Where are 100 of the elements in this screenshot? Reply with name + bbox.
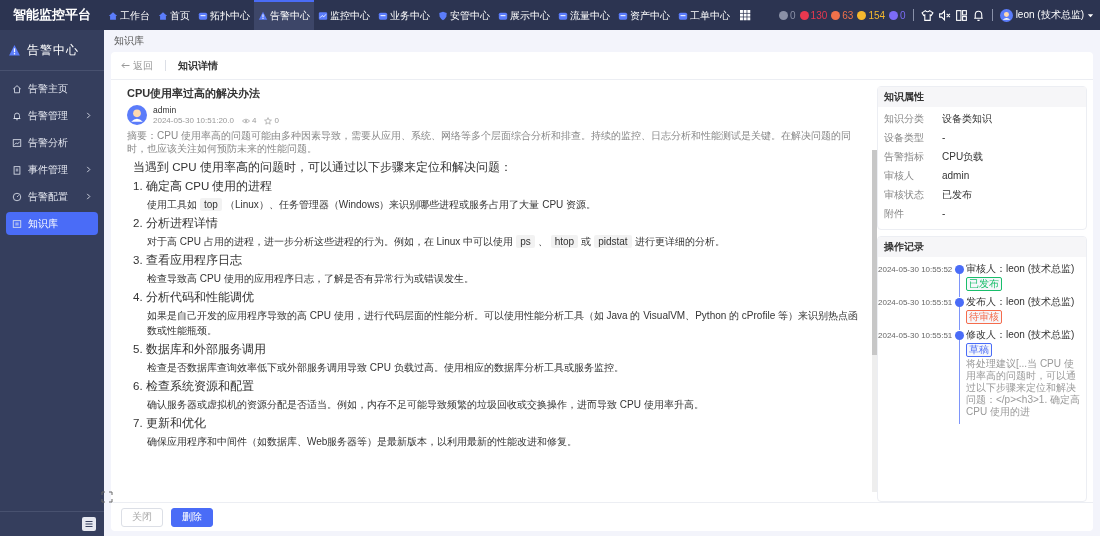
tile-icon (618, 11, 628, 21)
section-heading: 7. 更新和优化 (133, 416, 207, 431)
timeline-dot (954, 331, 964, 340)
property-label: 知识分类 (884, 111, 925, 126)
section-text: 如果是自己开发的应用程序导致的高 CPU 使用，进行代码层面的性能分析。可以使用性能分析工具（如 Java 的 VisualVM、Python 的 cProfile 等）来识别热点函数或性能瓶颈。 (147, 309, 859, 338)
shirt-icon[interactable] (920, 8, 934, 22)
warning-icon (8, 43, 21, 57)
section-heading: 2. 分析进程详情 (133, 216, 219, 231)
bell-icon[interactable] (971, 8, 985, 22)
section-heading: 4. 分析代码和性能调优 (133, 290, 255, 305)
record-actor: 修改人：leon (技术总监) (966, 329, 1076, 341)
grid-icon[interactable] (740, 9, 751, 21)
delete-button[interactable]: 删除 (171, 507, 213, 527)
nav-tab[interactable]: 首页 (154, 0, 194, 30)
house-icon (108, 11, 118, 21)
mute-icon[interactable] (937, 8, 951, 22)
layout-icon[interactable] (954, 8, 968, 22)
nav-tab[interactable]: 业务中心 (374, 0, 434, 30)
property-label: 附件 (884, 206, 905, 221)
alarm-count[interactable]: 63 (842, 9, 854, 21)
sidebar-item[interactable]: 知识库 (6, 212, 98, 235)
sidebar-item[interactable]: 告警主页 (6, 77, 98, 100)
section-heading: 1. 确定高 CPU 使用的进程 (133, 179, 274, 194)
sidebar-item[interactable]: 事件管理 (6, 158, 98, 181)
section-heading: 3. 查看应用程序日志 (133, 253, 243, 268)
star-count: 0 (274, 116, 279, 125)
chevron-icon (85, 112, 92, 119)
alarm-count[interactable]: 154 (868, 9, 886, 21)
tile-icon (198, 11, 208, 21)
house-icon (12, 83, 22, 94)
caret-icon[interactable] (1087, 11, 1094, 19)
warning-icon (258, 11, 268, 21)
app-title: 智能监控平台 (12, 6, 92, 24)
section-text: 对于高 CPU 占用的进程，进一步分析这些进程的行为。例如，在 Linux 中可以使用 ps 、 htop 或 pidstat 进行更详细的分析。 (147, 234, 726, 249)
sidebar-title: 告警中心 (27, 41, 79, 59)
sidebar-item[interactable]: 告警配置 (6, 185, 98, 208)
star-icon[interactable] (264, 116, 273, 125)
avatar-icon[interactable] (999, 8, 1013, 22)
record-time: 2024-05-30 10:55:51 (878, 330, 952, 342)
section-text: 使用工具如 top （Linux）、任务管理器（Windows）来识别哪些进程或服务占用了大量 CPU 资源。 (147, 197, 598, 212)
record-note: 将处理建议[...当 CPU 使用率高的问题时，可以通过以下步骤来定位和解决问题：</p><h3>1. 确定高 CPU 使用的进 (966, 358, 1080, 418)
property-label: 告警指标 (884, 149, 925, 164)
eye-icon (241, 116, 250, 125)
property-value: 已发布 (942, 187, 972, 202)
breadcrumb[interactable]: 知识库 (114, 34, 144, 48)
nav-tab[interactable]: 告警中心 (254, 0, 314, 30)
property-value: CPU负载 (942, 149, 984, 164)
status-tag: 草稿 (966, 343, 992, 357)
house-icon (158, 11, 168, 21)
panel-title: 知识属性 (884, 90, 924, 104)
nav-tab[interactable]: 流量中心 (554, 0, 614, 30)
nav-tab[interactable]: 监控中心 (314, 0, 374, 30)
user-name[interactable]: leon (技术总监) (1015, 8, 1084, 22)
record-actor: 审核人：leon (技术总监) (966, 263, 1076, 275)
tile-icon (678, 11, 688, 21)
gauge-icon (12, 191, 22, 202)
section-text: 确认服务器或虚拟机的资源分配是否适当。例如，内存不足可能导致频繁的垃圾回收或交换操作，进而导致 CPU 使用率升高。 (147, 398, 705, 412)
record-time: 2024-05-30 10:55:51 (878, 297, 952, 309)
chart-icon (12, 137, 22, 148)
nav-tab[interactable]: 安管中心 (434, 0, 494, 30)
nav-tab[interactable]: 工作台 (104, 0, 154, 30)
tile-icon (498, 11, 508, 21)
chevron-icon (85, 193, 92, 200)
intro-text: 当遇到 CPU 使用率高的问题时，可以通过以下步骤来定位和解决问题： (133, 160, 513, 175)
chart-icon (318, 11, 328, 21)
panel-title: 操作记录 (884, 240, 924, 254)
record-actor: 发布人：leon (技术总监) (966, 296, 1076, 308)
expand-icon[interactable] (101, 491, 113, 503)
publish-date: 2024-05-30 10:51:20.0 (153, 116, 234, 125)
sidebar-item[interactable]: 告警分析 (6, 131, 98, 154)
property-value: - (942, 132, 946, 143)
menu-button[interactable] (82, 517, 96, 531)
status-tag: 已发布 (966, 277, 1002, 291)
chevron-icon (85, 166, 92, 173)
timeline-dot (954, 265, 964, 274)
property-label: 设备类型 (884, 130, 925, 145)
section-text: 检查导致高 CPU 使用的应用程序日志，了解是否有异常行为或错误发生。 (147, 272, 475, 286)
section-text: 确保应用程序和中间件（如数据库、Web服务器等）是最新版本，以利用最新的性能改进和修复。 (147, 435, 579, 449)
section-text: 检查是否数据库查询效率低下或外部服务调用导致 CPU 负载过高。使用相应的数据库分析工具或服务监控。 (147, 361, 625, 375)
page-title: 知识详情 (178, 58, 218, 73)
nav-tab[interactable]: 资产中心 (614, 0, 674, 30)
status-tag: 待审核 (966, 310, 1002, 324)
section-heading: 5. 数据库和外部服务调用 (133, 342, 267, 357)
tile-icon (558, 11, 568, 21)
timeline-dot (954, 298, 964, 307)
author-name: admin (153, 105, 178, 115)
property-label: 审核人 (884, 168, 915, 183)
alarm-count[interactable]: 0 (790, 9, 796, 21)
summary-text: 摘要：CPU 使用率高的问题可能由多种因素导致，需要从应用、系统、网络等多个层面综合分析和排查。持续的监控、日志分析和性能测试是关键。在解决问题的同时，也应该关注如何预防未来的性能问题。 (127, 129, 852, 155)
avatar-icon (127, 105, 147, 125)
clipboard-icon (12, 164, 22, 175)
nav-tab[interactable]: 工单中心 (674, 0, 734, 30)
article-title: CPU使用率过高的解决办法 (127, 86, 262, 100)
scrollbar[interactable] (872, 150, 877, 492)
nav-tab[interactable]: 展示中心 (494, 0, 554, 30)
nav-tab[interactable]: 拓扑中心 (194, 0, 254, 30)
property-label: 审核状态 (884, 187, 925, 202)
sidebar-item[interactable]: 告警管理 (6, 104, 98, 127)
section-heading: 6. 检查系统资源和配置 (133, 379, 255, 394)
view-count: 4 (251, 116, 257, 125)
